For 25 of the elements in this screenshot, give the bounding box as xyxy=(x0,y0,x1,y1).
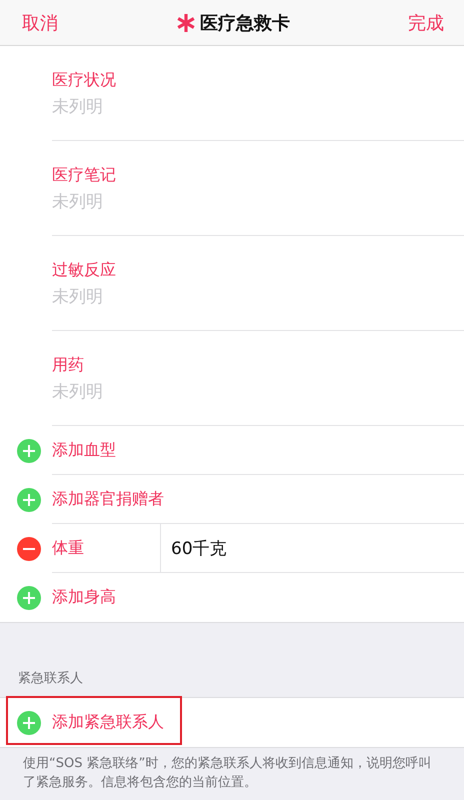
add-icon[interactable] xyxy=(17,586,41,610)
field-label: 用药 xyxy=(52,354,85,376)
value-text[interactable]: 60千克 xyxy=(171,536,227,560)
done-button[interactable]: 完成 xyxy=(408,10,444,34)
input-field[interactable]: 未列明 xyxy=(52,96,352,116)
field-label: 医疗笔记 xyxy=(52,164,117,186)
add-row-link[interactable]: 添加紧急联系人 xyxy=(52,712,164,733)
footer-note: 使用“SOS 紧急联络”时，您的紧急联系人将收到信息通知，说明您呼叫了紧急服务。信息将包含您的当前位置。 xyxy=(22,755,432,792)
asterisk-icon xyxy=(176,12,196,32)
remove-icon[interactable] xyxy=(17,536,41,560)
add-row-link[interactable]: 添加器官捐赠者 xyxy=(52,488,164,510)
input-field[interactable]: 未列明 xyxy=(52,382,352,402)
input-field[interactable]: 未列明 xyxy=(52,192,352,212)
section-header: 紧急联系人 xyxy=(17,670,84,688)
add-row-link[interactable]: 添加血型 xyxy=(52,440,116,460)
nav-title: 医疗急救卡 xyxy=(200,12,290,34)
cancel-button[interactable]: 取消 xyxy=(22,10,58,34)
add-row-link[interactable]: 添加身高 xyxy=(52,587,116,608)
add-icon[interactable] xyxy=(17,710,41,734)
input-field[interactable]: 未列明 xyxy=(52,286,352,306)
add-icon[interactable] xyxy=(17,438,41,462)
add-icon[interactable] xyxy=(17,488,41,512)
row-label: 体重 xyxy=(52,538,85,558)
field-label: 医疗状况 xyxy=(52,70,117,90)
field-label: 过敏反应 xyxy=(52,260,117,280)
